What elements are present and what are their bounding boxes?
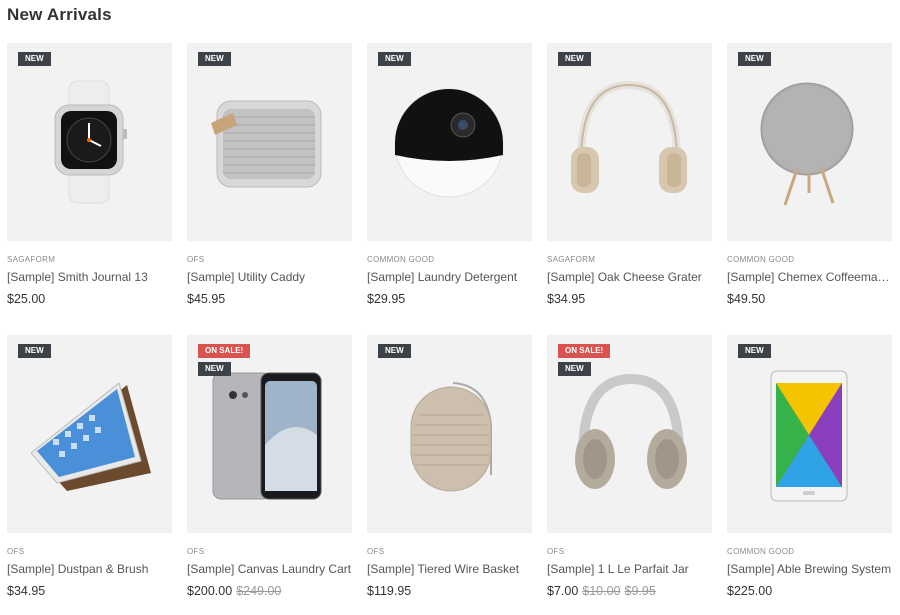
product-name[interactable]: [Sample] Able Brewing System [727, 562, 892, 576]
product-brand: OFS [187, 255, 205, 264]
round-speaker-image [760, 82, 854, 206]
new-badge: NEW [558, 362, 591, 376]
product-price: $119.95 [367, 584, 412, 598]
product-name[interactable]: [Sample] Smith Journal 13 [7, 270, 172, 284]
product-name[interactable]: [Sample] Dustpan & Brush [7, 562, 172, 576]
product-name[interactable]: [Sample] Tiered Wire Basket [367, 562, 532, 576]
product-name[interactable]: [Sample] Utility Caddy [187, 270, 352, 284]
product-brand: COMMON GOOD [367, 255, 435, 264]
tablet-image [30, 382, 151, 491]
product-name[interactable]: [Sample] 1 L Le Parfait Jar [547, 562, 712, 576]
product-brand: COMMON GOOD [727, 255, 795, 264]
product-brand: OFS [7, 547, 25, 556]
portable-speaker-image [410, 382, 492, 492]
product-old-price: $10.00 [582, 584, 621, 598]
new-badge: NEW [738, 344, 771, 358]
new-badge: NEW [18, 52, 51, 66]
sale-badge: ON SALE! [198, 344, 251, 358]
product-name[interactable]: [Sample] Oak Cheese Grater [547, 270, 712, 284]
product-brand: SAGAFORM [547, 255, 596, 264]
product-old-price: $249.00 [236, 584, 282, 598]
speaker-image [211, 100, 322, 188]
camera-image [394, 88, 504, 198]
product-name[interactable]: [Sample] Chemex Coffeemake... [727, 270, 892, 284]
product-image[interactable]: NEW [187, 43, 352, 241]
smartwatch-image [54, 80, 127, 204]
product-old-price-2: $9.95 [624, 584, 656, 598]
product-image[interactable]: NEW [7, 43, 172, 241]
product-price: $7.00 [547, 584, 579, 598]
product-brand: OFS [187, 547, 205, 556]
product-brand: OFS [547, 547, 565, 556]
new-badge: NEW [378, 344, 411, 358]
new-badge: NEW [198, 52, 231, 66]
headphones-image [571, 80, 687, 193]
product-price: $200.00 [187, 584, 233, 598]
product-price: $45.95 [187, 292, 226, 306]
section-title: New Arrivals [7, 5, 112, 24]
product-price: $29.95 [367, 292, 406, 306]
product-price: $225.00 [727, 584, 773, 598]
product-price: $25.00 [7, 292, 46, 306]
product-price: $34.95 [7, 584, 46, 598]
product-image[interactable]: NEW [727, 335, 892, 533]
product-brand: COMMON GOOD [727, 547, 795, 556]
product-brand: SAGAFORM [7, 255, 56, 264]
product-image[interactable]: NEW [7, 335, 172, 533]
product-price: $49.50 [727, 292, 766, 306]
product-price: $34.95 [547, 292, 586, 306]
new-badge: NEW [378, 52, 411, 66]
product-name[interactable]: [Sample] Canvas Laundry Cart [187, 562, 352, 576]
product-image[interactable]: NEW [367, 335, 532, 533]
new-badge: NEW [198, 362, 231, 376]
product-image[interactable]: ON SALE! NEW [547, 335, 712, 533]
new-badge: NEW [18, 344, 51, 358]
new-badge: NEW [738, 52, 771, 66]
product-image[interactable]: NEW [547, 43, 712, 241]
tablet-image [770, 370, 848, 502]
product-image[interactable]: NEW [367, 43, 532, 241]
product-name[interactable]: [Sample] Laundry Detergent [367, 270, 532, 284]
product-brand: OFS [367, 547, 385, 556]
product-image[interactable]: NEW [727, 43, 892, 241]
sale-badge: ON SALE! [558, 344, 611, 358]
new-badge: NEW [558, 52, 591, 66]
product-image[interactable]: ON SALE! NEW [187, 335, 352, 533]
